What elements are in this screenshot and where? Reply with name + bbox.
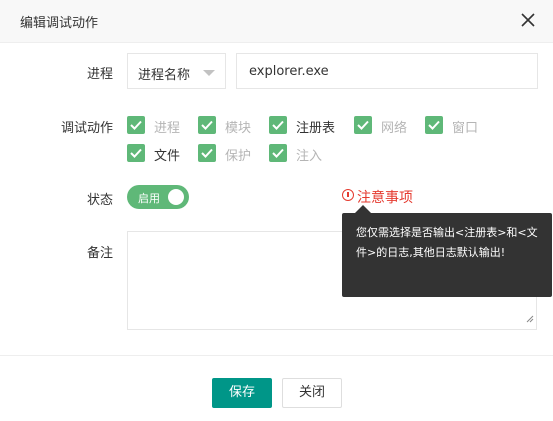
checkbox-label: 文件 bbox=[154, 149, 181, 164]
checkbox-check-icon bbox=[127, 144, 145, 162]
checkbox-check-icon bbox=[127, 116, 145, 134]
status-toggle[interactable]: 启用 bbox=[127, 185, 189, 209]
dialog-header: 编辑调试动作 bbox=[0, 0, 553, 43]
checkbox-check-icon bbox=[354, 116, 372, 134]
process-name-input[interactable]: explorer.exe bbox=[236, 53, 538, 89]
tooltip-text: 您仅需选择是否输出<注册表>和<文件>的日志,其他日志默认输出! bbox=[356, 226, 538, 259]
remark-label: 备注 bbox=[86, 246, 113, 261]
process-type-select[interactable]: 进程名称 bbox=[127, 53, 226, 89]
footer-divider bbox=[0, 355, 553, 356]
debug-action-label: 调试动作 bbox=[60, 121, 113, 136]
chevron-down-icon bbox=[203, 70, 215, 76]
checkbox-label: 注册表 bbox=[296, 121, 336, 136]
checkbox-label: 模块 bbox=[225, 121, 252, 136]
process-type-value: 进程名称 bbox=[138, 68, 191, 83]
process-label: 进程 bbox=[86, 67, 113, 82]
checkbox-check-icon bbox=[269, 144, 287, 162]
toggle-knob bbox=[168, 189, 184, 205]
process-name-value: explorer.exe bbox=[249, 64, 329, 79]
checkbox-check-icon bbox=[425, 116, 443, 134]
toggle-text: 启用 bbox=[138, 192, 160, 205]
close-button[interactable]: 关闭 bbox=[282, 378, 342, 408]
status-label: 状态 bbox=[86, 193, 113, 208]
notice-tooltip: 您仅需选择是否输出<注册表>和<文件>的日志,其他日志默认输出! bbox=[342, 205, 552, 297]
checkbox-check-icon bbox=[198, 116, 216, 134]
checkbox-label: 窗口 bbox=[452, 121, 479, 136]
info-icon bbox=[342, 189, 354, 201]
edit-debug-action-dialog: 编辑调试动作 进程 进程名称 explorer.exe 调试动作 进程 模块 注… bbox=[0, 0, 553, 421]
close-icon[interactable] bbox=[519, 11, 537, 29]
save-button[interactable]: 保存 bbox=[212, 378, 272, 408]
checkbox-label: 保护 bbox=[225, 149, 252, 164]
dialog-title: 编辑调试动作 bbox=[20, 16, 99, 31]
checkbox-label: 注入 bbox=[296, 149, 323, 164]
resize-grip-icon[interactable] bbox=[526, 308, 534, 327]
checkbox-label: 网络 bbox=[381, 121, 408, 136]
notice-text: 注意事项 bbox=[357, 190, 413, 206]
checkbox-label: 进程 bbox=[154, 121, 181, 136]
checkbox-check-icon bbox=[198, 144, 216, 162]
checkbox-check-icon bbox=[269, 116, 287, 134]
